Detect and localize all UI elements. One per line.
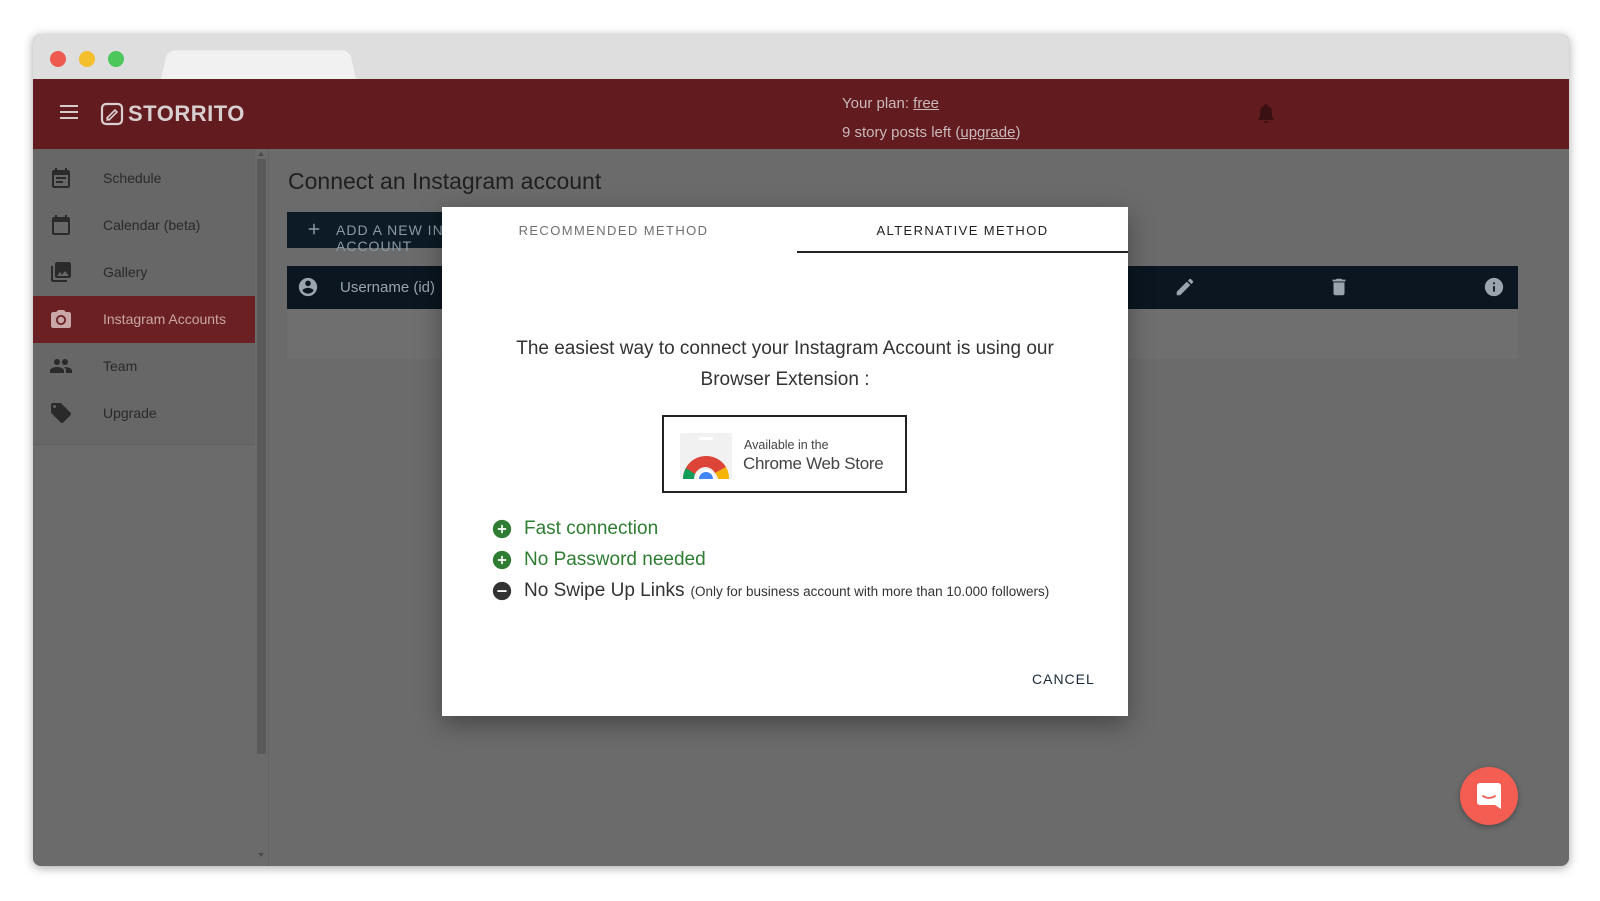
scroll-thumb[interactable] bbox=[257, 159, 266, 754]
sidebar-item-label: Team bbox=[103, 358, 138, 374]
logo-icon bbox=[100, 102, 124, 126]
scroll-up-arrow[interactable] bbox=[258, 152, 264, 156]
sidebar-empty-area bbox=[33, 444, 255, 866]
column-username: Username (id) bbox=[340, 279, 436, 296]
bell-icon[interactable] bbox=[1254, 101, 1278, 125]
tag-icon bbox=[51, 403, 71, 423]
sidebar-item-label: Gallery bbox=[103, 264, 148, 280]
active-tab-indicator bbox=[797, 251, 1128, 253]
logo-text: STORRITO bbox=[128, 101, 245, 126]
feature-item: No Swipe Up Links (Only for business acc… bbox=[492, 578, 1049, 604]
minus-circle-icon bbox=[492, 581, 512, 601]
chrome-web-store-icon bbox=[680, 433, 732, 479]
app-logo[interactable]: STORRITO bbox=[100, 99, 245, 129]
sidebar-scrollbar[interactable] bbox=[255, 149, 268, 866]
chat-launcher-button[interactable] bbox=[1460, 767, 1518, 825]
method-tabs: RECOMMENDED METHOD ALTERNATIVE METHOD bbox=[442, 207, 1128, 254]
pencil-icon bbox=[1176, 278, 1194, 296]
sidebar-item-gallery[interactable]: Gallery bbox=[33, 249, 255, 296]
sidebar-item-team[interactable]: Team bbox=[33, 343, 255, 390]
upgrade-link[interactable]: upgrade bbox=[960, 124, 1015, 141]
cancel-button[interactable]: CANCEL bbox=[1032, 671, 1095, 687]
tab-recommended-method[interactable]: RECOMMENDED METHOD bbox=[442, 207, 785, 254]
gallery-icon bbox=[51, 262, 71, 282]
team-icon bbox=[50, 359, 72, 373]
sidebar-item-upgrade[interactable]: Upgrade bbox=[33, 390, 255, 437]
posts-left-close: ) bbox=[1015, 124, 1021, 141]
sidebar-item-label: Calendar (beta) bbox=[103, 217, 201, 233]
browser-tab[interactable] bbox=[161, 50, 356, 79]
info-icon bbox=[1484, 277, 1504, 297]
sidebar-item-calendar[interactable]: Calendar (beta) bbox=[33, 202, 255, 249]
page-title: Connect an Instagram account bbox=[288, 168, 602, 194]
menu-icon[interactable] bbox=[57, 100, 81, 124]
sidebar-item-instagram-accounts[interactable]: Instagram Accounts bbox=[33, 296, 255, 343]
sidebar-item-label: Schedule bbox=[103, 170, 162, 186]
feature-note: (Only for business account with more tha… bbox=[690, 583, 1050, 599]
store-badge-line2: Chrome Web Store bbox=[743, 454, 884, 473]
connect-account-dialog: RECOMMENDED METHOD ALTERNATIVE METHOD Th… bbox=[442, 207, 1128, 716]
intro-text: The easiest way to connect your Instagra… bbox=[516, 338, 1054, 390]
sidebar-item-label: Instagram Accounts bbox=[103, 311, 226, 327]
sidebar-item-schedule[interactable]: Schedule bbox=[33, 155, 255, 202]
camera-icon bbox=[51, 310, 71, 328]
tab-alternative-method[interactable]: ALTERNATIVE METHOD bbox=[797, 207, 1128, 254]
sidebar-divider bbox=[33, 444, 255, 445]
chat-icon bbox=[1477, 783, 1501, 809]
feature-item: Fast connection bbox=[492, 516, 658, 542]
calendar-icon bbox=[52, 215, 70, 235]
feature-item: No Password needed bbox=[492, 547, 706, 573]
plus-icon bbox=[308, 223, 320, 235]
account-circle-icon bbox=[298, 277, 318, 297]
feature-text: Fast connection bbox=[524, 518, 659, 539]
minimize-window-button[interactable] bbox=[79, 51, 95, 67]
posts-left-text: 9 story posts left ( bbox=[842, 124, 961, 141]
plan-info: Your plan: free 9 story posts left (upgr… bbox=[842, 89, 1020, 147]
feature-text: No Password needed bbox=[524, 549, 706, 570]
sidebar-item-label: Upgrade bbox=[103, 405, 157, 421]
trash-icon bbox=[1332, 278, 1346, 296]
content-divider bbox=[268, 149, 269, 866]
plan-value-link[interactable]: free bbox=[913, 95, 939, 112]
plus-circle-icon bbox=[492, 550, 512, 570]
app-header: STORRITO Your plan: free 9 story posts l… bbox=[33, 79, 1569, 149]
plan-label: Your plan: bbox=[842, 95, 914, 112]
sidebar: Schedule Calendar (beta) Gallery Instagr… bbox=[33, 149, 255, 444]
chrome-web-store-badge[interactable]: Available in the Chrome Web Store bbox=[662, 415, 907, 493]
scroll-down-arrow[interactable] bbox=[258, 853, 264, 857]
feature-text: No Swipe Up Links bbox=[524, 580, 685, 601]
schedule-icon bbox=[52, 168, 70, 188]
store-badge-line1: Available in the bbox=[744, 438, 829, 452]
close-window-button[interactable] bbox=[50, 51, 66, 67]
browser-window: STORRITO Your plan: free 9 story posts l… bbox=[33, 34, 1569, 866]
plus-circle-icon bbox=[492, 519, 512, 539]
browser-chrome bbox=[33, 34, 1569, 79]
maximize-window-button[interactable] bbox=[108, 51, 124, 67]
